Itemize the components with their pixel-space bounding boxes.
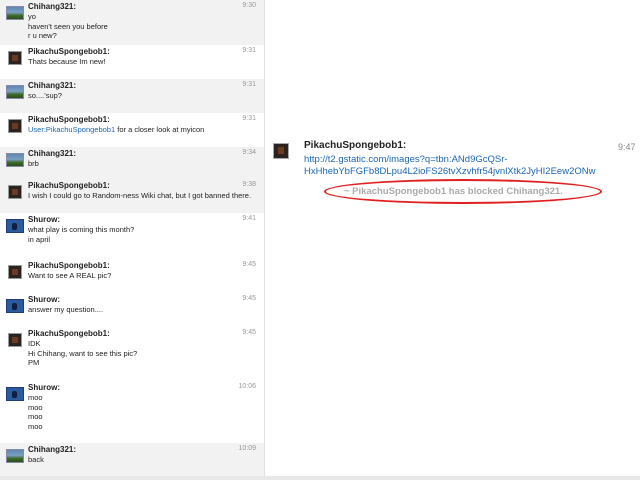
message-username[interactable]: Chihang321: <box>28 2 76 11</box>
user-avatar[interactable] <box>8 185 22 199</box>
message-timestamp: 9:45 <box>242 329 256 336</box>
message-line: moo <box>28 393 43 402</box>
chat-message: PikachuSpongebob1: 9:31 User:PikachuSponge… <box>0 113 264 147</box>
chat-message: PikachuSpongebob1: 9:45 IDK Hi Chihang, wan… <box>0 327 264 381</box>
user-avatar[interactable] <box>273 143 289 159</box>
message-timestamp: 9:31 <box>242 81 256 88</box>
message-text: Want to see A REAL pic? <box>28 271 111 281</box>
user-avatar[interactable] <box>8 119 22 133</box>
message-line: in april <box>28 234 51 244</box>
user-avatar[interactable] <box>6 219 24 233</box>
user-avatar[interactable] <box>8 333 22 347</box>
message-line: so....'sup? <box>28 91 62 100</box>
message-username[interactable]: Chihang321: <box>28 445 76 454</box>
message-username[interactable]: Chihang321: <box>28 149 76 158</box>
message-username[interactable]: Shurow: <box>28 383 60 392</box>
message-line: Thats because Im new! <box>28 57 106 66</box>
message-link-line-2[interactable]: HxHhebYbFGFb8DLpu4L2ioFS26tvXzvhfr54jvnl… <box>304 166 595 177</box>
message-username[interactable]: PikachuSpongebob1: <box>28 47 110 56</box>
message-line: I wish I could go to Random-ness Wiki ch… <box>28 191 252 200</box>
chat-message: Shurow: 9:41 what play is coming this mont… <box>0 213 264 259</box>
user-avatar[interactable] <box>6 6 24 20</box>
message-text: moo moo moo moo <box>28 393 43 431</box>
message-username[interactable]: PikachuSpongebob1: <box>304 140 406 151</box>
message-line: IDK <box>28 339 41 348</box>
chat-message: Chihang321: 9:34 brb <box>0 147 264 179</box>
message-line: yo <box>28 12 36 21</box>
message-username[interactable]: Chihang321: <box>28 81 76 90</box>
message-username[interactable]: Shurow: <box>28 215 60 224</box>
message-timestamp: 10:09 <box>238 445 256 452</box>
message-timestamp: 9:31 <box>242 115 256 122</box>
message-timestamp: 9:41 <box>242 215 256 222</box>
message-link-line-1[interactable]: http://t2.gstatic.com/images?q=tbn:ANd9G… <box>304 154 508 165</box>
message-line: r u new? <box>28 31 57 40</box>
message-text: back <box>28 455 44 465</box>
message-line: brb <box>28 159 39 168</box>
message-timestamp: 9:45 <box>242 295 256 302</box>
chat-message: PikachuSpongebob1: 9:45 Want to see A REAL… <box>0 259 264 293</box>
user-avatar[interactable] <box>6 449 24 463</box>
chat-message: Shurow: 9:45 answer my question.... <box>0 293 264 327</box>
user-page-link[interactable]: User:PikachuSpongebob1 <box>28 125 115 134</box>
chat-message: Chihang321: 9:30 yo haven't seen you before… <box>0 0 264 45</box>
message-timestamp: 10:06 <box>238 383 256 390</box>
message-text: so....'sup? <box>28 91 62 101</box>
user-avatar[interactable] <box>6 85 24 99</box>
chat-message: Shurow: 10:06 moo moo moo moo <box>0 381 264 443</box>
message-line: answer my question.... <box>28 305 104 314</box>
chat-message: Chihang321: 10:09 back <box>0 443 264 480</box>
user-avatar[interactable] <box>6 387 24 401</box>
message-line: back <box>28 455 44 464</box>
message-timestamp: 9:30 <box>242 2 256 9</box>
message-username[interactable]: PikachuSpongebob1: <box>28 181 110 190</box>
user-avatar[interactable] <box>8 265 22 279</box>
message-timestamp: 9:34 <box>242 149 256 156</box>
message-line: what play is coming this month? <box>28 225 135 234</box>
chat-detail-panel <box>265 0 640 480</box>
message-timestamp: 9:31 <box>242 47 256 54</box>
message-username[interactable]: PikachuSpongebob1: <box>28 115 110 124</box>
chat-message: Chihang321: 9:31 so....'sup? <box>0 79 264 113</box>
message-line: moo <box>28 412 43 421</box>
message-line: Want to see A REAL pic? <box>28 271 112 280</box>
message-username[interactable]: Shurow: <box>28 295 60 304</box>
chat-log-panel[interactable]: Chihang321: 9:30 yo haven't seen you before… <box>0 0 265 480</box>
message-username[interactable]: PikachuSpongebob1: <box>28 261 110 270</box>
message-line: moo <box>28 402 43 412</box>
user-avatar[interactable] <box>6 299 24 313</box>
message-text: I wish I could go to Random-ness Wiki ch… <box>28 191 251 201</box>
bottom-edge <box>0 476 640 480</box>
chat-message: PikachuSpongebob1: 9:31 Thats because Im n… <box>0 45 264 79</box>
message-timestamp: 9:45 <box>242 261 256 268</box>
message-text: answer my question.... <box>28 305 103 315</box>
user-avatar[interactable] <box>8 51 22 65</box>
message-text: brb <box>28 159 39 169</box>
message-line: moo <box>28 421 43 431</box>
message-line: PM <box>28 358 40 367</box>
message-line: for a closer look at myicon <box>115 125 205 134</box>
message-text: IDK Hi Chihang, want to see this pic? PM <box>28 339 137 368</box>
message-text: Thats because Im new! <box>28 57 106 67</box>
message-text: what play is coming this month? in april <box>28 225 134 244</box>
chat-message: PikachuSpongebob1: 9:38 I wish I could go … <box>0 179 264 213</box>
message-text: yo haven't seen you before r u new? <box>28 12 108 41</box>
message-line: Hi Chihang, want to see this pic? <box>28 348 138 358</box>
message-timestamp: 9:47 <box>618 142 636 152</box>
message-timestamp: 9:38 <box>242 181 256 188</box>
highlight-annotation-circle <box>324 179 602 204</box>
message-text: User:PikachuSpongebob1 for a closer look… <box>28 125 204 135</box>
message-username[interactable]: PikachuSpongebob1: <box>28 329 110 338</box>
message-line: haven't seen you before <box>28 21 108 31</box>
user-avatar[interactable] <box>6 153 24 167</box>
